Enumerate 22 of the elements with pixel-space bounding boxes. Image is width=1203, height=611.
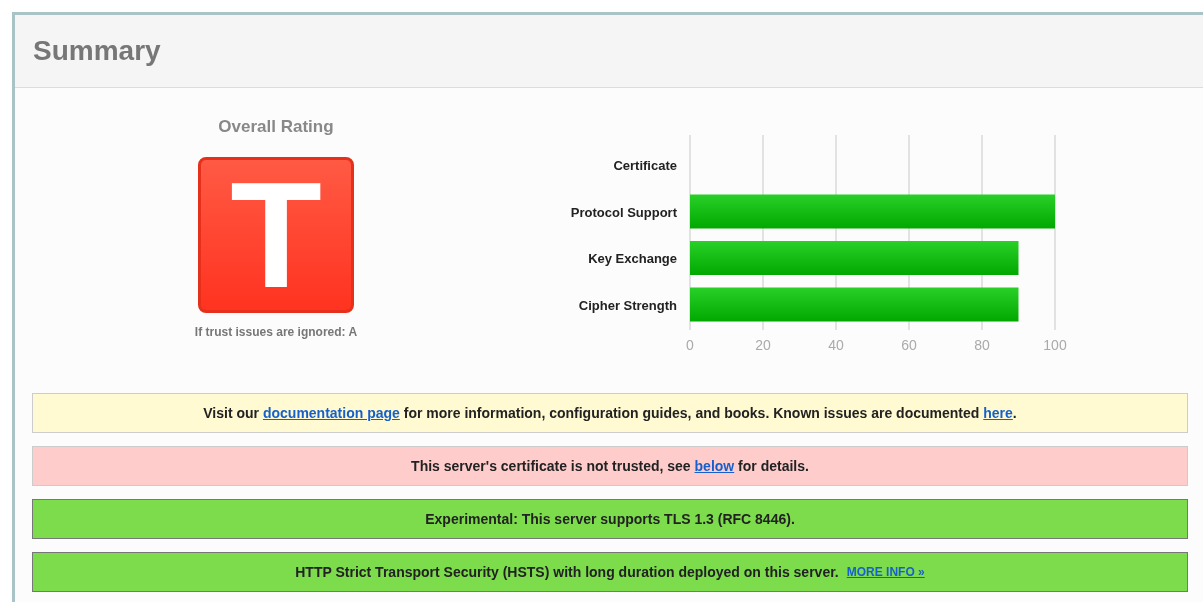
rating-note: If trust issues are ignored: A <box>194 325 358 339</box>
rating-heading: Overall Rating <box>218 117 334 137</box>
axis-tick-label: 80 <box>974 337 990 353</box>
panel-title: Summary <box>33 35 161 67</box>
message-text: Experimental: This server supports TLS 1.3 (RFC 8446). <box>425 511 795 527</box>
message-text: HTTP Strict Transport Security (HSTS) with long duration deployed on this server. <box>295 564 839 580</box>
axis-tick-label: 100 <box>1043 337 1067 353</box>
text-link[interactable]: below <box>694 458 735 474</box>
category-label: Certificate <box>613 158 677 173</box>
axis-tick-label: 20 <box>755 337 771 353</box>
category-label: Protocol Support <box>570 204 677 220</box>
category-label: Key Exchange <box>588 251 677 266</box>
text-link[interactable]: here <box>983 405 1013 421</box>
axis-tick-label: 60 <box>901 337 917 353</box>
message-text: This server's certificate is not trusted, see below for details. <box>411 458 809 474</box>
message-text: Visit our documentation page for more information, configuration guides, and books. Known issues are documented here. <box>203 405 1017 421</box>
axis-tick-label: 0 <box>686 337 694 353</box>
axis-tick-label: 40 <box>828 337 844 353</box>
more-info-link[interactable]: MORE INFO » <box>846 565 925 579</box>
text-link[interactable]: documentation page <box>262 405 400 421</box>
category-label: Cipher Strength <box>578 297 677 313</box>
grade-badge: T <box>198 157 354 313</box>
